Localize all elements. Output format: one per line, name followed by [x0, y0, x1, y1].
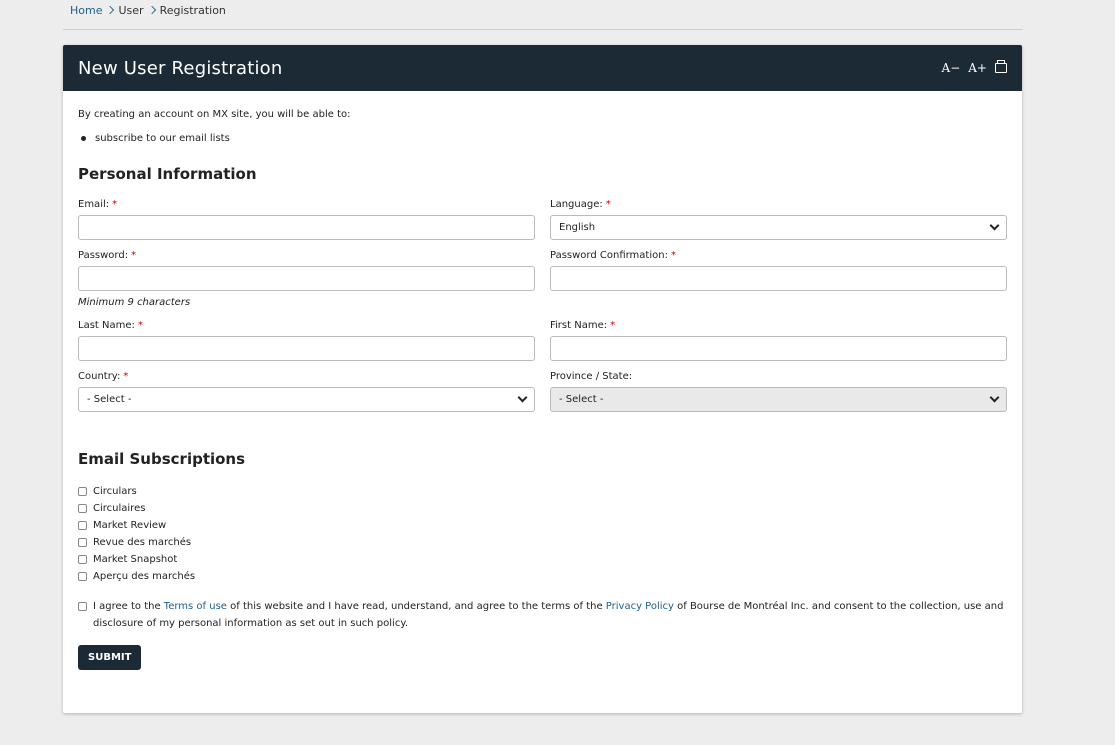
intro-bullet: subscribe to our email lists	[78, 133, 1007, 144]
checkbox[interactable]	[78, 521, 87, 530]
breadcrumb: Home User Registration	[70, 2, 226, 18]
card-body: By creating an account on MX site, you w…	[63, 109, 1022, 670]
subscription-item[interactable]: Market Snapshot	[78, 551, 1007, 568]
chevron-right-icon	[147, 5, 156, 15]
header-tools: A− A+	[942, 60, 1007, 75]
language-select[interactable]: English	[550, 215, 1007, 240]
subscription-item[interactable]: Circulars	[78, 483, 1007, 500]
required-mark: *	[123, 371, 129, 382]
subscription-item[interactable]: Market Review	[78, 517, 1007, 534]
checkbox[interactable]	[78, 504, 87, 513]
required-mark: *	[137, 320, 143, 331]
required-mark: *	[670, 250, 676, 261]
chevron-down-icon	[989, 392, 1000, 403]
intro-text: By creating an account on MX site, you w…	[78, 109, 351, 120]
country-select-value: - Select -	[87, 394, 132, 405]
breadcrumb-home-link[interactable]: Home	[70, 4, 102, 17]
province-label: Province / State:	[550, 371, 633, 382]
province-select-value: - Select -	[559, 394, 604, 405]
last-name-label: Last Name: *	[78, 320, 143, 331]
password-confirm-field[interactable]	[550, 266, 1007, 291]
chevron-right-icon	[106, 5, 115, 15]
chevron-down-icon	[517, 392, 528, 403]
privacy-policy-link[interactable]: Privacy Policy	[606, 601, 674, 612]
subscription-item[interactable]: Revue des marchés	[78, 534, 1007, 551]
agree-checkbox[interactable]	[78, 602, 87, 611]
bullet-dot-icon	[81, 136, 86, 141]
breadcrumb-current: Registration	[159, 3, 226, 17]
province-select[interactable]: - Select -	[550, 387, 1007, 412]
email-field[interactable]	[78, 215, 535, 240]
terms-of-use-link[interactable]: Terms of use	[164, 601, 227, 612]
subscription-item[interactable]: Aperçu des marchés	[78, 568, 1007, 585]
page-title: New User Registration	[78, 57, 283, 79]
personal-info-heading: Personal Information	[78, 165, 257, 183]
checkbox[interactable]	[78, 538, 87, 547]
breadcrumb-user[interactable]: User	[118, 4, 143, 17]
print-icon[interactable]	[995, 60, 1007, 73]
increase-font-button[interactable]: A+	[968, 61, 987, 75]
password-label: Password: *	[78, 250, 137, 261]
last-name-field[interactable]	[78, 336, 535, 361]
password-hint: Minimum 9 characters	[78, 297, 191, 308]
language-select-value: English	[559, 222, 596, 233]
subscription-list: Circulars Circulaires Market Review Revu…	[78, 483, 1007, 585]
required-mark: *	[610, 320, 616, 331]
registration-card: New User Registration A− A+ By creating …	[63, 45, 1022, 713]
first-name-field[interactable]	[550, 336, 1007, 361]
subscription-item[interactable]: Circulaires	[78, 500, 1007, 517]
checkbox[interactable]	[78, 487, 87, 496]
country-label: Country: *	[78, 371, 129, 382]
first-name-label: First Name: *	[550, 320, 616, 331]
card-header: New User Registration A− A+	[63, 45, 1022, 91]
language-label: Language: *	[550, 199, 611, 210]
terms-agreement: I agree to the Terms of use of this webs…	[78, 598, 1007, 632]
required-mark: *	[131, 250, 137, 261]
checkbox[interactable]	[78, 555, 87, 564]
checkbox[interactable]	[78, 572, 87, 581]
country-select[interactable]: - Select -	[78, 387, 535, 412]
breadcrumb-divider	[63, 29, 1023, 30]
required-mark: *	[112, 199, 118, 210]
password-confirm-label: Password Confirmation: *	[550, 250, 676, 261]
submit-button[interactable]: SUBMIT	[78, 645, 142, 670]
required-mark: *	[605, 199, 611, 210]
password-field[interactable]	[78, 266, 535, 291]
chevron-down-icon	[989, 220, 1000, 231]
email-label: Email: *	[78, 199, 118, 210]
intro-bullet-text: subscribe to our email lists	[95, 133, 230, 144]
email-subscriptions-heading: Email Subscriptions	[78, 450, 246, 468]
agreement-text: I agree to the Terms of use of this webs…	[93, 601, 1004, 629]
decrease-font-button[interactable]: A−	[942, 61, 961, 75]
